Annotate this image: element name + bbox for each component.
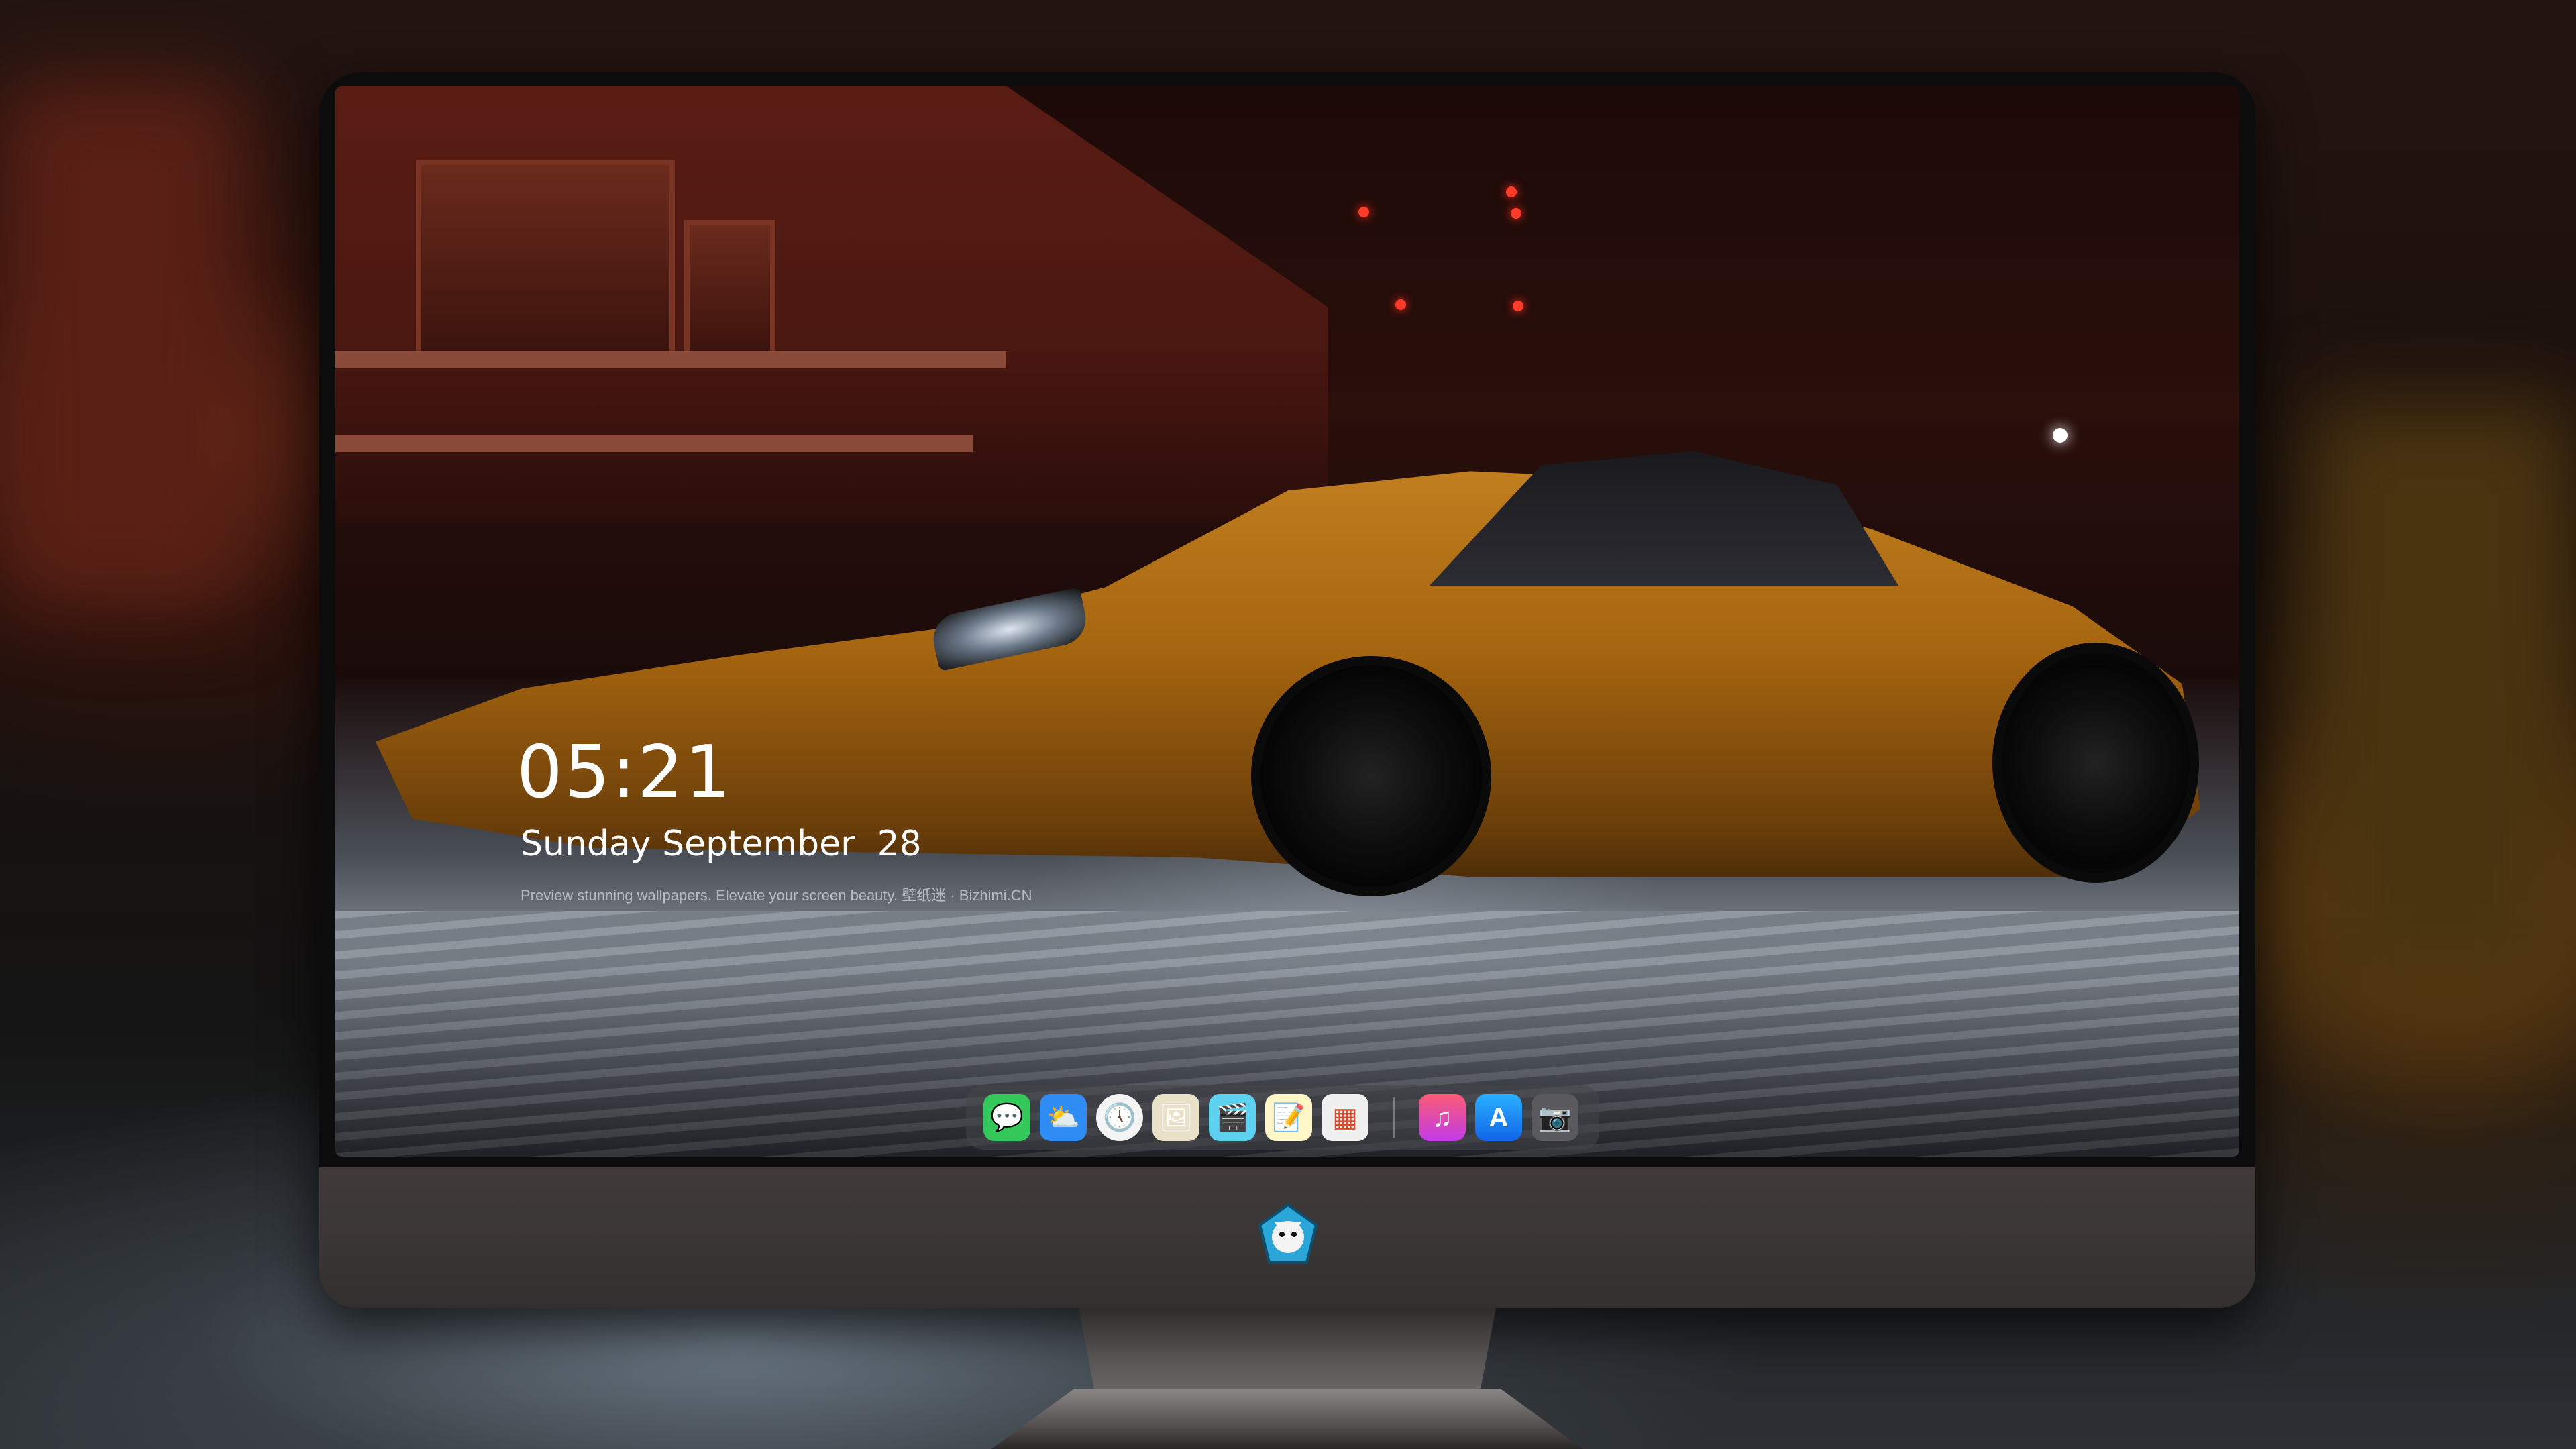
notes-icon[interactable]: 📝 (1265, 1094, 1312, 1141)
app-store-icon[interactable]: A (1475, 1094, 1522, 1141)
wallpaper-car-front-wheel (1251, 656, 1491, 896)
weather-icon[interactable]: ⛅ (1040, 1094, 1087, 1141)
wallpaper-light (1358, 207, 1369, 217)
lockscreen-date: Sunday September 28 (521, 824, 922, 864)
clock-icon[interactable]: 🕔 (1096, 1094, 1143, 1141)
wallpaper-ledge (335, 435, 973, 452)
screen: 05:21 Sunday September 28 Preview stunni… (335, 86, 2239, 1157)
music-note-icon[interactable]: ♫ (1419, 1094, 1466, 1141)
messages-icon[interactable]: 💬 (983, 1094, 1030, 1141)
wallpaper-window (416, 160, 675, 358)
wallpaper-moon (2053, 428, 2068, 443)
clapperboard-icon[interactable]: 🎬 (1209, 1094, 1256, 1141)
background-blur-left (0, 80, 241, 604)
wallpaper-car-rear-wheel (1992, 643, 2199, 883)
lockscreen-caption: Preview stunning wallpapers. Elevate you… (521, 887, 1032, 904)
photo-grid-icon[interactable]: ▦ (1322, 1094, 1368, 1141)
dock: 💬 ⛅ 🕔 🖼 🎬 📝 ▦ ♫ A 📷 (966, 1085, 1599, 1150)
wallpaper-light (1395, 299, 1406, 310)
preview-icon[interactable]: 🖼 (1152, 1094, 1199, 1141)
monitor-stand-base (991, 1389, 1583, 1449)
brand-logo-icon (1258, 1203, 1318, 1264)
background-blur-right (2308, 402, 2576, 1006)
dock-separator (1393, 1097, 1395, 1138)
wallpaper-ledge (335, 351, 1006, 368)
lockscreen-clock: 05:21 (517, 731, 733, 814)
wallpaper-light (1506, 186, 1517, 197)
camera-icon[interactable]: 📷 (1532, 1094, 1578, 1141)
monitor-stand-neck (1079, 1308, 1496, 1395)
wallpaper-light (1513, 301, 1523, 311)
wallpaper-light (1511, 208, 1521, 219)
wallpaper-window (684, 220, 775, 358)
